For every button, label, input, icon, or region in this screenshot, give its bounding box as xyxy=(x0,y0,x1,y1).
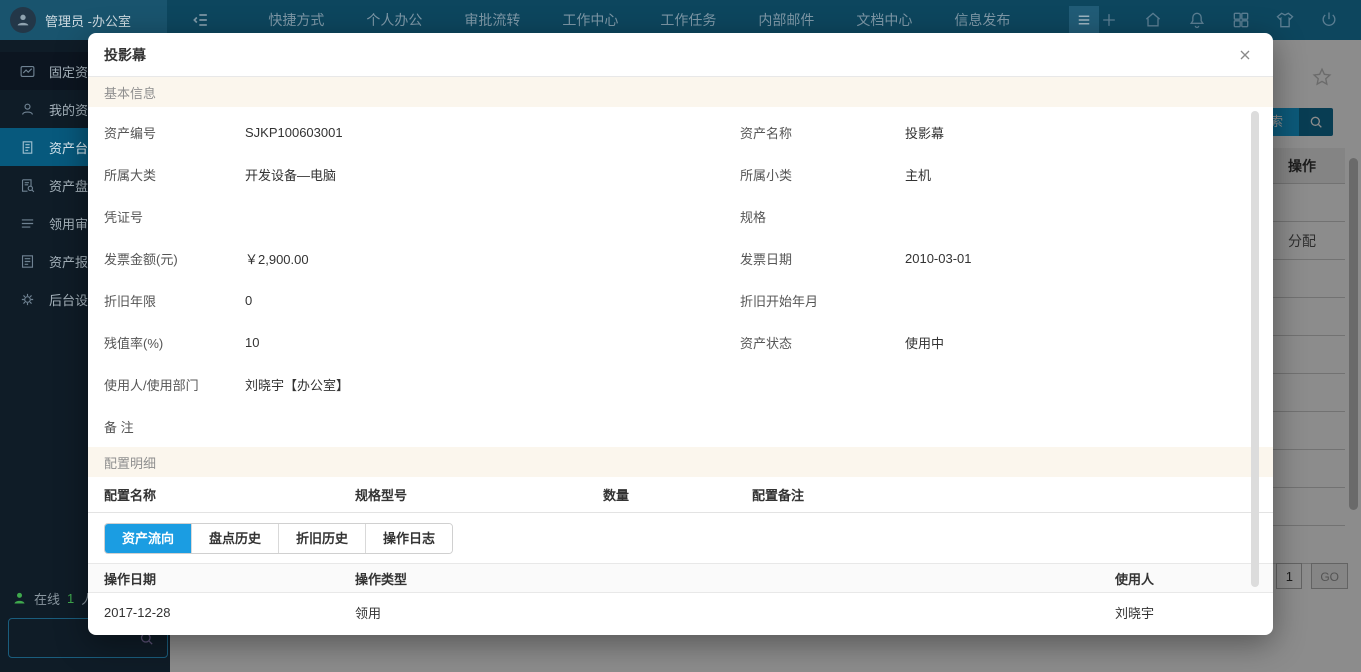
tab-asset-flow[interactable]: 资产流向 xyxy=(105,524,192,553)
detail-tabs: 资产流向 盘点历史 折旧历史 操作日志 xyxy=(104,523,453,554)
basic-info-fields: 资产编号SJKP100603001 资产名称投影幕 所属大类开发设备—电脑 所属… xyxy=(88,107,1273,447)
column-config-remark: 配置备注 xyxy=(752,485,1273,504)
history-table-header: 操作日期 操作类型 使用人 xyxy=(88,563,1273,593)
field-row: 使用人/使用部门刘晓宇【办公室】 xyxy=(88,363,1273,405)
bell-icon[interactable] xyxy=(1187,10,1207,30)
online-user-icon xyxy=(12,591,27,606)
field-value: 刘晓宇【办公室】 xyxy=(245,375,349,394)
apps-icon[interactable] xyxy=(1231,10,1251,30)
field-row: 所属大类开发设备—电脑 所属小类主机 xyxy=(88,153,1273,195)
sidebar-item-label: 领用审 xyxy=(49,214,88,233)
sidebar-item-label: 资产盘 xyxy=(49,176,88,195)
field-label: 资产编号 xyxy=(104,123,245,142)
field-label: 备 注 xyxy=(104,417,245,436)
asset-detail-modal: 投影幕 基本信息 资产编号SJKP100603001 资产名称投影幕 所属大类开… xyxy=(88,33,1273,635)
user-name: 管理员 -办公室 xyxy=(45,11,131,30)
report-icon xyxy=(19,253,36,270)
column-operation-date: 操作日期 xyxy=(104,569,355,588)
field-label: 折旧开始年月 xyxy=(740,291,905,310)
field-value: SJKP100603001 xyxy=(245,125,343,140)
field-label: 凭证号 xyxy=(104,207,245,226)
topbar-icons xyxy=(1099,10,1339,30)
close-icon[interactable] xyxy=(1233,43,1257,67)
field-value: 投影幕 xyxy=(905,123,944,142)
field-row: 备 注 xyxy=(88,405,1273,447)
collapse-menu-icon[interactable] xyxy=(191,10,211,30)
field-label: 所属大类 xyxy=(104,165,245,184)
online-count: 1 xyxy=(67,591,74,606)
power-icon[interactable] xyxy=(1319,10,1339,30)
history-user: 刘晓宇 xyxy=(1115,603,1273,622)
column-spec-model: 规格型号 xyxy=(355,485,603,504)
online-status: 在线 1 人 xyxy=(12,589,94,608)
shirt-icon[interactable] xyxy=(1275,10,1295,30)
sidebar-item-label: 资产报 xyxy=(49,252,88,271)
field-row: 残值率(%)10 资产状态使用中 xyxy=(88,321,1273,363)
column-operation-type: 操作类型 xyxy=(355,569,1115,588)
field-label: 折旧年限 xyxy=(104,291,245,310)
history-type: 领用 xyxy=(355,603,1115,622)
column-config-name: 配置名称 xyxy=(104,485,355,504)
doc-search-icon xyxy=(19,177,36,194)
field-row: 折旧年限0 折旧开始年月 xyxy=(88,279,1273,321)
chart-icon xyxy=(19,63,36,80)
sidebar-item-label: 资产台 xyxy=(49,138,88,157)
section-basic-info: 基本信息 xyxy=(88,77,1273,107)
field-value: 主机 xyxy=(905,165,931,184)
field-value: 开发设备—电脑 xyxy=(245,165,336,184)
online-label: 在线 xyxy=(34,589,60,608)
column-quantity: 数量 xyxy=(603,485,752,504)
person-icon xyxy=(19,101,36,118)
section-config-detail: 配置明细 xyxy=(88,447,1273,477)
field-label: 使用人/使用部门 xyxy=(104,375,245,394)
history-date: 2017-12-28 xyxy=(104,605,355,620)
field-label: 发票日期 xyxy=(740,249,905,268)
field-label: 发票金额(元) xyxy=(104,249,245,268)
field-row: 凭证号 规格 xyxy=(88,195,1273,237)
plus-icon[interactable] xyxy=(1099,10,1119,30)
ledger-icon xyxy=(19,139,36,156)
config-table-header: 配置名称 规格型号 数量 配置备注 xyxy=(88,477,1273,513)
avatar xyxy=(10,7,36,33)
tab-depreciation-history[interactable]: 折旧历史 xyxy=(279,524,366,553)
field-label: 规格 xyxy=(740,207,905,226)
field-label: 资产状态 xyxy=(740,333,905,352)
home-icon[interactable] xyxy=(1143,10,1163,30)
hamburger-menu-icon[interactable] xyxy=(1069,6,1099,34)
field-label: 资产名称 xyxy=(740,123,905,142)
field-value: 10 xyxy=(245,335,259,350)
modal-title: 投影幕 xyxy=(104,45,146,65)
section-config-label: 配置明细 xyxy=(104,453,156,472)
field-row: 资产编号SJKP100603001 资产名称投影幕 xyxy=(88,111,1273,153)
modal-scrollbar[interactable] xyxy=(1251,111,1259,587)
sidebar-item-label: 我的资 xyxy=(49,100,88,119)
field-row: 发票金额(元)￥2,900.00 发票日期2010-03-01 xyxy=(88,237,1273,279)
field-label: 残值率(%) xyxy=(104,333,245,352)
gear-icon xyxy=(19,291,36,308)
column-user: 使用人 xyxy=(1115,569,1273,588)
tab-operation-log[interactable]: 操作日志 xyxy=(366,524,452,553)
field-value: 使用中 xyxy=(905,333,944,352)
tab-inventory-history[interactable]: 盘点历史 xyxy=(192,524,279,553)
sidebar-item-label: 后台设 xyxy=(49,290,88,309)
history-table-row: 2017-12-28 领用 刘晓宇 xyxy=(88,593,1273,631)
field-label: 所属小类 xyxy=(740,165,905,184)
layers-icon xyxy=(19,215,36,232)
modal-header: 投影幕 xyxy=(88,33,1273,77)
sidebar-item-label: 固定资 xyxy=(49,62,88,81)
field-value: 0 xyxy=(245,293,252,308)
field-value: 2010-03-01 xyxy=(905,251,972,266)
section-basic-label: 基本信息 xyxy=(104,83,156,102)
field-value: ￥2,900.00 xyxy=(245,249,309,268)
